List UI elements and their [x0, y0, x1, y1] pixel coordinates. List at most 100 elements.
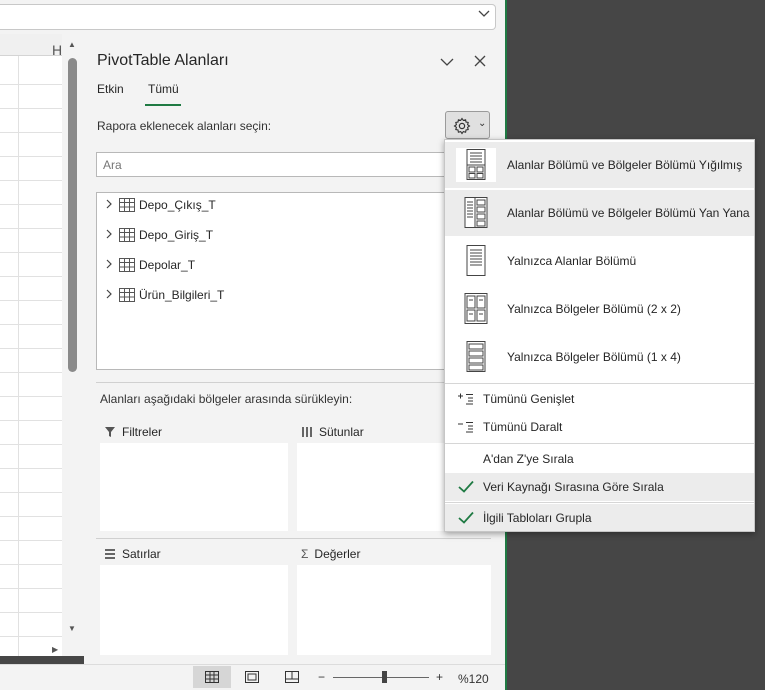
section-divider — [96, 538, 491, 539]
grid-line — [0, 612, 62, 613]
field-label: Depolar_T — [139, 258, 196, 272]
rows-label: Satırlar — [122, 547, 161, 561]
grid-line — [0, 108, 62, 109]
grid-vertical-line — [18, 56, 19, 656]
normal-view-button[interactable] — [193, 666, 231, 688]
grid-line — [0, 132, 62, 133]
columns-label: Sütunlar — [319, 425, 364, 439]
expand-arrow-icon[interactable] — [105, 199, 117, 212]
rows-area-header: Satırlar — [104, 547, 161, 561]
rows-icon — [105, 549, 115, 559]
scroll-down-icon[interactable]: ▼ — [68, 624, 76, 633]
field-item[interactable]: Ürün_Bilgileri_T — [105, 286, 224, 304]
table-icon — [119, 258, 135, 272]
menu-item-areas-2x2[interactable]: Yalnızca Bölgeler Bölümü (2 x 2) — [445, 286, 754, 332]
grid-line — [0, 372, 62, 373]
zoom-slider[interactable] — [333, 677, 429, 678]
worksheet-grid[interactable] — [0, 34, 62, 656]
grid-line — [0, 324, 62, 325]
menu-item-label: Alanlar Bölümü ve Bölgeler Bölümü Yan Ya… — [507, 206, 750, 220]
drag-instruction: Alanları aşağıdaki bölgeler arasında sür… — [100, 392, 353, 406]
filter-icon — [105, 427, 115, 437]
table-icon — [119, 198, 135, 212]
zoom-in-icon[interactable]: + — [436, 670, 443, 684]
grid-line — [0, 84, 62, 85]
expand-arrow-icon[interactable] — [105, 229, 117, 242]
column-header-label[interactable]: H — [52, 42, 62, 58]
chevron-down-icon: ⌄ — [478, 118, 487, 129]
grid-line — [0, 348, 62, 349]
grid-line — [0, 252, 62, 253]
menu-item-label: Tümünü Daralt — [483, 420, 563, 434]
close-icon[interactable] — [474, 54, 486, 70]
rows-drop-area[interactable] — [100, 565, 288, 655]
filters-label: Filtreler — [122, 425, 163, 439]
values-label: Değerler — [314, 547, 361, 561]
page-break-view-button[interactable] — [273, 666, 311, 688]
columns-drop-area[interactable] — [297, 443, 445, 531]
grid-line — [0, 420, 62, 421]
field-label: Depo_Giriş_T — [139, 228, 214, 242]
values-drop-area[interactable] — [297, 565, 491, 655]
menu-item-group-tables[interactable]: İlgili Tabloları Grupla — [445, 504, 754, 531]
expand-all-icon — [458, 393, 473, 405]
grid-line — [0, 540, 62, 541]
menu-item-label: Yalnızca Bölgeler Bölümü (2 x 2) — [507, 302, 681, 316]
field-instruction: Rapora eklenecek alanları seçin: — [97, 119, 272, 133]
page-break-icon — [285, 671, 299, 683]
tab-all[interactable]: Tümü — [148, 82, 179, 96]
menu-item-label: Tümünü Genişlet — [483, 392, 575, 406]
menu-item-stacked-layout[interactable]: Alanlar Bölümü ve Bölgeler Bölümü Yığılm… — [445, 142, 754, 188]
menu-item-fields-only[interactable]: Yalnızca Alanlar Bölümü — [445, 238, 754, 284]
collapse-all-icon — [458, 422, 473, 433]
menu-item-areas-1x4[interactable]: Yalnızca Bölgeler Bölümü (1 x 4) — [445, 334, 754, 380]
tab-active[interactable]: Etkin — [97, 82, 124, 96]
fields-only-icon — [456, 244, 496, 281]
columns-icon — [302, 427, 312, 437]
grid-line — [0, 492, 62, 493]
menu-item-side-by-side-layout[interactable]: Alanlar Bölümü ve Bölgeler Bölümü Yan Ya… — [445, 190, 754, 236]
grid-line — [0, 396, 62, 397]
field-search-input[interactable]: Ara — [96, 152, 446, 177]
expand-arrow-icon[interactable] — [105, 259, 117, 272]
values-area-header: Σ Değerler — [301, 547, 360, 561]
field-item[interactable]: Depolar_T — [105, 256, 195, 274]
menu-item-sort-data-source[interactable]: Veri Kaynağı Sırasına Göre Sırala — [445, 473, 754, 501]
gear-icon — [453, 117, 471, 135]
grid-line — [0, 636, 62, 637]
menu-item-label: Yalnızca Alanlar Bölümü — [507, 254, 637, 268]
tools-menu: Alanlar Bölümü ve Bölgeler Bölümü Yığılm… — [444, 139, 755, 532]
grid-line — [0, 204, 62, 205]
grid-line — [0, 468, 62, 469]
menu-item-label: A'dan Z'ye Sırala — [483, 451, 574, 466]
formula-input[interactable] — [0, 4, 496, 30]
field-item[interactable]: Depo_Giriş_T — [105, 226, 213, 244]
menu-item-label: Veri Kaynağı Sırasına Göre Sırala — [483, 480, 664, 494]
menu-separator — [445, 502, 754, 503]
check-icon — [458, 480, 474, 493]
filters-drop-area[interactable] — [100, 443, 288, 531]
scroll-right-icon[interactable]: ▶ — [52, 645, 58, 654]
tools-button[interactable]: ⌄ — [445, 111, 490, 139]
zoom-level[interactable]: %120 — [458, 672, 489, 686]
scroll-up-icon[interactable]: ▲ — [68, 40, 76, 49]
field-item[interactable]: Depo_Çıkış_T — [105, 196, 216, 214]
grid-line — [0, 444, 62, 445]
pane-options-chevron-icon[interactable] — [440, 54, 454, 70]
zoom-out-icon[interactable]: − — [318, 670, 325, 684]
grid-line — [0, 300, 62, 301]
table-icon — [119, 228, 135, 242]
stacked-layout-icon — [456, 148, 496, 182]
page-layout-view-button[interactable] — [233, 666, 271, 688]
menu-item-expand-all[interactable]: Tümünü Genişlet — [445, 386, 754, 412]
zoom-slider-thumb[interactable] — [382, 671, 387, 683]
menu-item-collapse-all[interactable]: Tümünü Daralt — [445, 414, 754, 440]
field-label: Ürün_Bilgileri_T — [139, 288, 225, 302]
expand-arrow-icon[interactable] — [105, 289, 117, 302]
menu-item-sort-a-z[interactable]: A'dan Z'ye Sırala — [445, 445, 754, 472]
formula-expand-icon[interactable] — [478, 9, 501, 22]
grid-line — [0, 588, 62, 589]
vertical-scroll-thumb[interactable] — [68, 58, 77, 372]
formula-bar — [0, 0, 505, 34]
grid-line — [0, 516, 62, 517]
